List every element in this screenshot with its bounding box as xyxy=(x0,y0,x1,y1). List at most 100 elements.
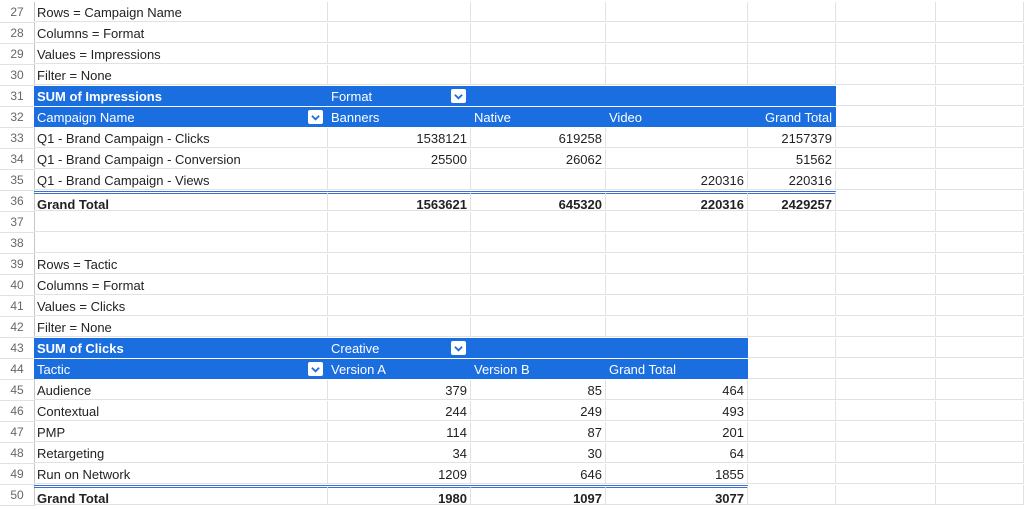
cell[interactable] xyxy=(936,338,1024,358)
cell[interactable] xyxy=(936,359,1024,379)
cell[interactable] xyxy=(836,65,936,85)
chevron-down-icon[interactable] xyxy=(308,362,323,376)
cell[interactable] xyxy=(471,65,606,85)
cell[interactable] xyxy=(328,317,471,337)
grand-total-value[interactable]: 1563621 xyxy=(328,191,471,212)
cell[interactable] xyxy=(606,317,748,337)
cell[interactable] xyxy=(836,149,936,169)
column-header[interactable]: Native xyxy=(471,107,606,127)
row-number[interactable]: 47 xyxy=(0,422,35,443)
cell[interactable] xyxy=(328,233,471,253)
cell[interactable] xyxy=(836,2,936,22)
cell[interactable] xyxy=(606,212,748,232)
cell[interactable] xyxy=(748,275,836,295)
value-cell[interactable]: 220316 xyxy=(748,170,836,190)
values-note[interactable]: Values = Clicks xyxy=(34,296,328,316)
cell[interactable] xyxy=(936,380,1024,400)
pivot-title[interactable]: SUM of Impressions xyxy=(34,86,328,106)
cell[interactable] xyxy=(836,233,936,253)
value-cell[interactable]: 379 xyxy=(328,380,471,400)
row-number[interactable]: 31 xyxy=(0,86,35,107)
value-cell[interactable]: 493 xyxy=(606,401,748,421)
cell[interactable] xyxy=(936,443,1024,463)
value-cell[interactable]: 30 xyxy=(471,443,606,463)
cell[interactable] xyxy=(936,128,1024,148)
cell[interactable] xyxy=(936,212,1024,232)
cell[interactable] xyxy=(748,401,836,421)
value-cell[interactable] xyxy=(606,149,748,169)
value-cell[interactable]: 26062 xyxy=(471,149,606,169)
cell[interactable] xyxy=(748,212,836,232)
row-number[interactable]: 33 xyxy=(0,128,35,149)
cell[interactable] xyxy=(606,44,748,64)
cell[interactable] xyxy=(471,296,606,316)
value-cell[interactable]: 1209 xyxy=(328,464,471,484)
cell[interactable] xyxy=(936,233,1024,253)
cell[interactable] xyxy=(936,296,1024,316)
row-label[interactable]: Q1 - Brand Campaign - Conversion xyxy=(34,149,328,169)
column-header[interactable]: Grand Total xyxy=(748,107,836,127)
value-cell[interactable]: 464 xyxy=(606,380,748,400)
cell[interactable] xyxy=(836,443,936,463)
row-label[interactable]: Contextual xyxy=(34,401,328,421)
cell[interactable] xyxy=(328,212,471,232)
value-cell[interactable] xyxy=(328,170,471,190)
row-number[interactable]: 28 xyxy=(0,23,35,44)
cell[interactable] xyxy=(936,44,1024,64)
cell[interactable] xyxy=(328,275,471,295)
cell[interactable] xyxy=(836,44,936,64)
value-cell[interactable] xyxy=(606,128,748,148)
cell[interactable] xyxy=(836,464,936,484)
pivot-title[interactable]: SUM of Clicks xyxy=(34,338,328,358)
cell[interactable] xyxy=(471,44,606,64)
value-cell[interactable]: 201 xyxy=(606,422,748,442)
value-cell[interactable]: 249 xyxy=(471,401,606,421)
cell[interactable] xyxy=(936,191,1024,211)
value-cell[interactable]: 25500 xyxy=(328,149,471,169)
value-cell[interactable]: 51562 xyxy=(748,149,836,169)
cell[interactable] xyxy=(836,401,936,421)
cell[interactable] xyxy=(328,44,471,64)
row-number[interactable]: 41 xyxy=(0,296,35,317)
value-cell[interactable]: 2157379 xyxy=(748,128,836,148)
cell[interactable] xyxy=(471,212,606,232)
cell[interactable] xyxy=(606,65,748,85)
cell[interactable] xyxy=(471,233,606,253)
cell[interactable] xyxy=(606,275,748,295)
cell[interactable] xyxy=(836,296,936,316)
cell[interactable] xyxy=(836,212,936,232)
rows-note[interactable]: Rows = Tactic xyxy=(34,254,328,274)
grand-total-value[interactable]: 3077 xyxy=(606,485,748,506)
grand-total-value[interactable]: 645320 xyxy=(471,191,606,212)
row-number[interactable]: 40 xyxy=(0,275,35,296)
cell[interactable] xyxy=(748,359,836,379)
cell[interactable] xyxy=(748,44,836,64)
cell[interactable] xyxy=(836,380,936,400)
column-header[interactable]: Video xyxy=(606,107,748,127)
cell[interactable] xyxy=(606,2,748,22)
cell[interactable] xyxy=(748,338,836,358)
row-number[interactable]: 50 xyxy=(0,485,35,506)
pivot-header-cell[interactable] xyxy=(606,86,748,106)
grand-total-value[interactable]: 1097 xyxy=(471,485,606,506)
grand-total-value[interactable]: 2429257 xyxy=(748,191,836,212)
column-header[interactable]: Banners xyxy=(328,107,471,127)
cell[interactable] xyxy=(836,128,936,148)
cell[interactable] xyxy=(606,23,748,43)
cell[interactable] xyxy=(34,233,328,253)
grand-total-label[interactable]: Grand Total xyxy=(34,191,328,212)
pivot-header-cell[interactable] xyxy=(748,86,836,106)
row-number[interactable]: 37 xyxy=(0,212,35,233)
pivot-header-cell[interactable] xyxy=(606,338,748,358)
cell[interactable] xyxy=(936,485,1024,505)
cell[interactable] xyxy=(328,296,471,316)
value-cell[interactable]: 114 xyxy=(328,422,471,442)
cell[interactable] xyxy=(936,317,1024,337)
value-cell[interactable]: 34 xyxy=(328,443,471,463)
cell[interactable] xyxy=(471,254,606,274)
grand-total-value[interactable]: 1980 xyxy=(328,485,471,506)
row-label[interactable]: PMP xyxy=(34,422,328,442)
row-number[interactable]: 46 xyxy=(0,401,35,422)
pivot-header-cell[interactable] xyxy=(471,338,606,358)
row-number[interactable]: 36 xyxy=(0,191,35,212)
